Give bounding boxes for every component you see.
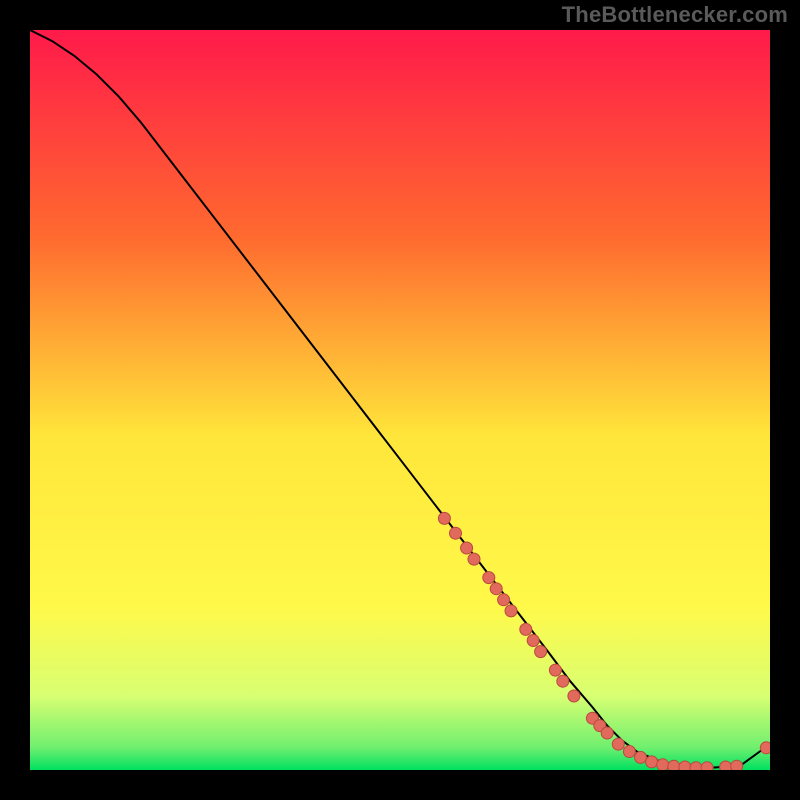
scatter-point [720,761,732,770]
scatter-point [668,760,680,770]
scatter-point [690,762,702,770]
scatter-point [731,760,743,770]
watermark-text: TheBottlenecker.com [562,2,788,28]
scatter-point [549,664,561,676]
scatter-point [612,738,624,750]
gradient-background [30,30,770,770]
plot-area [30,30,770,770]
scatter-point [461,542,473,554]
scatter-point [601,727,613,739]
scatter-point [623,746,635,758]
scatter-point [760,742,770,754]
scatter-point [483,572,495,584]
scatter-point [438,512,450,524]
scatter-point [490,583,502,595]
scatter-point [679,761,691,770]
scatter-point [557,675,569,687]
scatter-point [505,605,517,617]
scatter-point [527,635,539,647]
scatter-point [535,646,547,658]
scatter-point [450,527,462,539]
scatter-point [657,759,669,770]
chart-frame: TheBottlenecker.com [0,0,800,800]
scatter-point [635,751,647,763]
scatter-point [646,756,658,768]
scatter-point [701,762,713,770]
chart-svg [30,30,770,770]
scatter-point [568,690,580,702]
scatter-point [468,553,480,565]
scatter-point [498,594,510,606]
scatter-point [520,623,532,635]
